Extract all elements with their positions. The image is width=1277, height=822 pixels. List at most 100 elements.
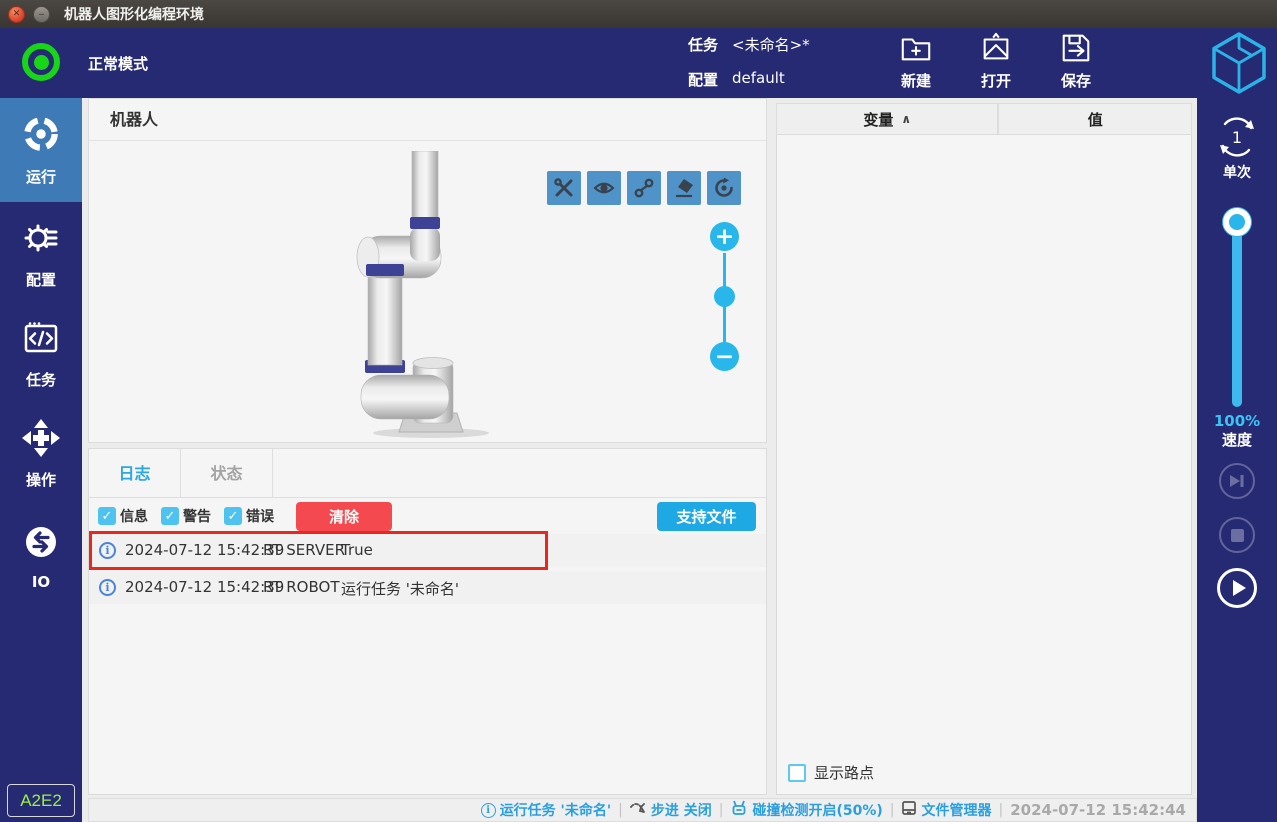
- variables-panel: 变量 ∧ 值 显示路点: [776, 103, 1192, 795]
- log-entry-source: RT SERVER: [263, 541, 346, 559]
- collision-robot-icon: [730, 800, 748, 820]
- speed-slider-handle[interactable]: [1223, 208, 1251, 236]
- version-button[interactable]: A2E2: [7, 784, 75, 817]
- info-circle-icon: i: [480, 802, 496, 818]
- zoom-slider-handle[interactable]: [714, 286, 735, 307]
- log-panel: 日志 状态 信息 警告 错误 清除 支持文件 i 2024-07-12 15:4…: [88, 448, 767, 795]
- code-window-icon: [21, 318, 61, 362]
- column-header-variable[interactable]: 变量 ∧: [776, 103, 999, 135]
- sidebar-item-io[interactable]: IO: [0, 506, 82, 606]
- open-button-label: 打开: [980, 72, 1011, 90]
- run-icon: [20, 113, 62, 159]
- speed-value: 100%: [1213, 412, 1261, 430]
- save-disk-icon: [1059, 31, 1093, 69]
- folder-plus-icon: [899, 31, 933, 69]
- app-logo-icon: [1208, 31, 1270, 99]
- log-filter-bar: 信息 警告 错误 清除 支持文件: [89, 498, 766, 534]
- file-manager-icon: [901, 800, 917, 820]
- header-bar: 正常模式 任务 <未命名>* 配置 default 新建 打开 保存: [0, 28, 1277, 98]
- sidebar-item-label: 配置: [25, 271, 56, 289]
- eraser-button[interactable]: [667, 171, 701, 205]
- svg-text:1: 1: [1232, 128, 1242, 147]
- left-sidebar: 运行 配置 任务 操作 IO A2E2: [0, 98, 82, 822]
- stop-button[interactable]: [1219, 517, 1255, 553]
- sidebar-item-label: 任务: [25, 371, 56, 389]
- config-row: 配置 default: [688, 69, 785, 90]
- task-value: <未命名>*: [732, 36, 810, 54]
- show-waypoints-row: 显示路点: [788, 762, 874, 783]
- warning-checkbox-label: 警告: [183, 509, 211, 525]
- sidebar-item-run[interactable]: 运行: [0, 98, 82, 202]
- zoom-out-button[interactable]: −: [710, 342, 739, 371]
- close-icon[interactable]: [8, 5, 25, 23]
- step-arrow-icon: [629, 801, 647, 820]
- open-task-button[interactable]: 打开: [967, 31, 1025, 95]
- save-task-button[interactable]: 保存: [1047, 31, 1105, 95]
- tools-button[interactable]: [547, 171, 581, 205]
- new-task-button[interactable]: 新建: [887, 31, 945, 95]
- tab-status[interactable]: 状态: [181, 449, 273, 497]
- support-files-button[interactable]: 支持文件: [657, 501, 756, 531]
- sidebar-item-operate[interactable]: 操作: [0, 404, 82, 504]
- variables-table-header: 变量 ∧ 值: [776, 103, 1192, 135]
- gear-icon: [21, 218, 61, 262]
- sidebar-item-task[interactable]: 任务: [0, 304, 82, 404]
- error-checkbox[interactable]: [224, 507, 242, 525]
- stop-icon: [1230, 528, 1244, 542]
- status-separator: |: [998, 802, 1004, 818]
- robot-panel: 机器人 + −: [88, 98, 767, 443]
- log-entries-list: i 2024-07-12 15:42:39 RT SERVER True i 2…: [89, 531, 766, 604]
- save-button-label: 保存: [1060, 72, 1091, 90]
- reset-view-button[interactable]: [707, 171, 741, 205]
- config-value: default: [732, 69, 785, 87]
- sort-ascending-icon: ∧: [901, 112, 912, 126]
- speed-label: 速度: [1221, 431, 1252, 449]
- show-waypoints-label: 显示路点: [814, 764, 875, 782]
- io-swap-icon: [21, 522, 61, 566]
- info-circle-icon: i: [99, 579, 116, 596]
- move-arrows-icon: [21, 418, 61, 462]
- warning-checkbox[interactable]: [161, 507, 179, 525]
- log-entry-row[interactable]: i 2024-07-12 15:42:39 RT ROBOT 运行任务 '未命名…: [89, 571, 766, 604]
- log-entry-message: 运行任务 '未命名': [341, 580, 460, 598]
- status-step-mode[interactable]: 步进 关闭: [629, 800, 712, 820]
- log-entry-row[interactable]: i 2024-07-12 15:42:39 RT SERVER True: [89, 531, 766, 570]
- status-timestamp: 2024-07-12 15:42:44: [1010, 801, 1186, 819]
- run-controls-sidebar: 1 单次 100% 速度: [1197, 98, 1277, 822]
- error-checkbox-label: 错误: [246, 509, 274, 525]
- speed-slider-track[interactable]: [1232, 215, 1242, 407]
- step-forward-button[interactable]: [1219, 463, 1255, 499]
- title-bar: 机器人图形化编程环境: [0, 0, 1277, 28]
- robot-panel-title: 机器人: [89, 99, 766, 141]
- mode-label: 正常模式: [88, 55, 149, 73]
- info-circle-icon: i: [99, 542, 116, 559]
- minimize-icon[interactable]: [33, 5, 50, 23]
- info-checkbox-label: 信息: [120, 509, 148, 525]
- robot-3d-view[interactable]: [331, 150, 531, 445]
- log-entry-time: 2024-07-12 15:42:39: [125, 541, 285, 559]
- status-running-task[interactable]: i 运行任务 '未命名': [480, 800, 611, 820]
- path-nodes-button[interactable]: [627, 171, 661, 205]
- info-checkbox[interactable]: [98, 507, 116, 525]
- eye-button[interactable]: [587, 171, 621, 205]
- play-icon: [1232, 580, 1246, 596]
- tab-log[interactable]: 日志: [89, 449, 181, 497]
- zoom-in-button[interactable]: +: [710, 222, 739, 251]
- task-label: 任务: [688, 36, 719, 54]
- log-entry-time: 2024-07-12 15:42:39: [125, 578, 285, 596]
- sidebar-item-config[interactable]: 配置: [0, 204, 82, 304]
- status-collision-detection[interactable]: 碰撞检测开启(50%): [730, 800, 883, 820]
- log-entry-message: True: [341, 541, 373, 559]
- window-title: 机器人图形化编程环境: [64, 7, 204, 23]
- log-entry-source: RT ROBOT: [263, 578, 340, 596]
- show-waypoints-checkbox[interactable]: [788, 763, 806, 782]
- loop-once-icon[interactable]: 1: [1213, 114, 1261, 164]
- clear-log-button[interactable]: 清除: [296, 501, 392, 531]
- column-header-value[interactable]: 值: [998, 103, 1192, 135]
- sidebar-item-label: IO: [31, 572, 51, 591]
- mode-indicator-icon: [22, 43, 60, 81]
- play-button[interactable]: [1217, 568, 1257, 608]
- new-button-label: 新建: [900, 72, 931, 90]
- status-file-manager[interactable]: 文件管理器: [901, 800, 991, 820]
- envelope-icon: [979, 31, 1013, 69]
